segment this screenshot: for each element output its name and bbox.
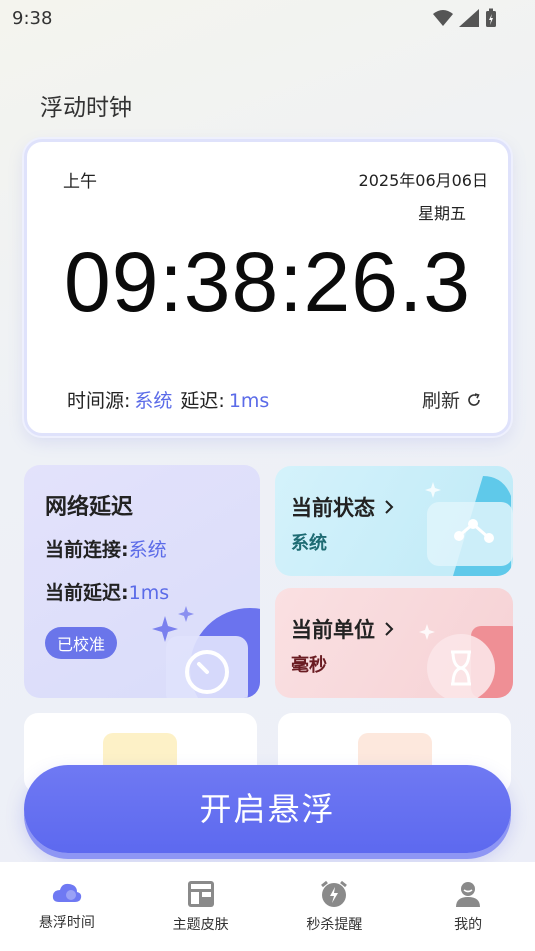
- bottom-nav: 悬浮时间 主题皮肤 秒杀提醒 我的: [0, 862, 535, 951]
- nav-mine[interactable]: 我的: [401, 862, 535, 951]
- refresh-label: 刷新: [421, 390, 460, 412]
- nav-label: 我的: [454, 917, 483, 933]
- battery-icon: [486, 8, 496, 27]
- state-value: 系统: [291, 533, 327, 554]
- connection-value: 系统: [128, 539, 167, 561]
- page-title: 浮动时钟: [40, 95, 132, 121]
- status-bar: 9:38: [0, 0, 535, 36]
- connection-label: 当前连接:: [45, 539, 129, 561]
- unit-title-row: 当前单位: [291, 614, 395, 644]
- latency-label: 当前延迟:: [45, 582, 129, 604]
- network-title: 网络延迟: [45, 495, 134, 520]
- nav-float-time[interactable]: 悬浮时间: [0, 862, 134, 951]
- clock-card: 上午 2025年06月06日 星期五 09:38:26.3 时间源: 系统 延迟…: [24, 139, 511, 436]
- state-title-row: 当前状态: [291, 492, 395, 522]
- network-latency-card[interactable]: 网络延迟 当前连接:系统 当前延迟:1ms 已校准: [24, 465, 260, 698]
- state-title: 当前状态: [291, 496, 375, 520]
- share-icon: [425, 476, 513, 576]
- status-time: 9:38: [12, 8, 53, 29]
- ampm-label: 上午: [63, 172, 97, 192]
- wifi-icon: [433, 10, 453, 26]
- source-label: 时间源:: [67, 390, 131, 412]
- start-float-button[interactable]: 开启悬浮: [24, 765, 511, 853]
- unit-title: 当前单位: [291, 618, 375, 642]
- source-value: 系统: [134, 390, 173, 412]
- refresh-button[interactable]: 刷新: [422, 386, 482, 413]
- user-icon: [456, 882, 481, 907]
- stopwatch-icon: [152, 606, 260, 698]
- hourglass-icon: [419, 624, 513, 698]
- nav-flash-alert[interactable]: 秒杀提醒: [268, 862, 402, 951]
- chevron-right-icon: [385, 500, 394, 514]
- date-label: 2025年06月06日: [358, 171, 488, 190]
- nav-label: 秒杀提醒: [306, 917, 363, 933]
- nav-label: 悬浮时间: [38, 915, 95, 931]
- time-source-row: 时间源: 系统 延迟: 1ms: [67, 386, 269, 413]
- weekday-label: 星期五: [417, 204, 466, 223]
- chevron-right-icon: [385, 622, 394, 636]
- delay-label: 延迟:: [180, 390, 225, 412]
- nav-label: 主题皮肤: [172, 917, 229, 933]
- signal-icon: [459, 9, 479, 27]
- current-state-card[interactable]: 当前状态 系统: [275, 466, 513, 576]
- status-icons: [433, 8, 497, 28]
- refresh-icon: [468, 392, 480, 406]
- alarm-icon: [321, 880, 348, 907]
- cloud-icon: [52, 883, 82, 902]
- connection-row: 当前连接:系统: [45, 535, 167, 562]
- nav-theme[interactable]: 主题皮肤: [134, 862, 268, 951]
- calibrated-badge[interactable]: 已校准: [45, 627, 118, 659]
- layout-icon: [187, 881, 214, 907]
- clock-time: 09:38:26.3: [63, 235, 472, 329]
- current-unit-card[interactable]: 当前单位 毫秒: [275, 588, 513, 698]
- delay-value: 1ms: [228, 390, 270, 412]
- unit-value: 毫秒: [291, 655, 327, 676]
